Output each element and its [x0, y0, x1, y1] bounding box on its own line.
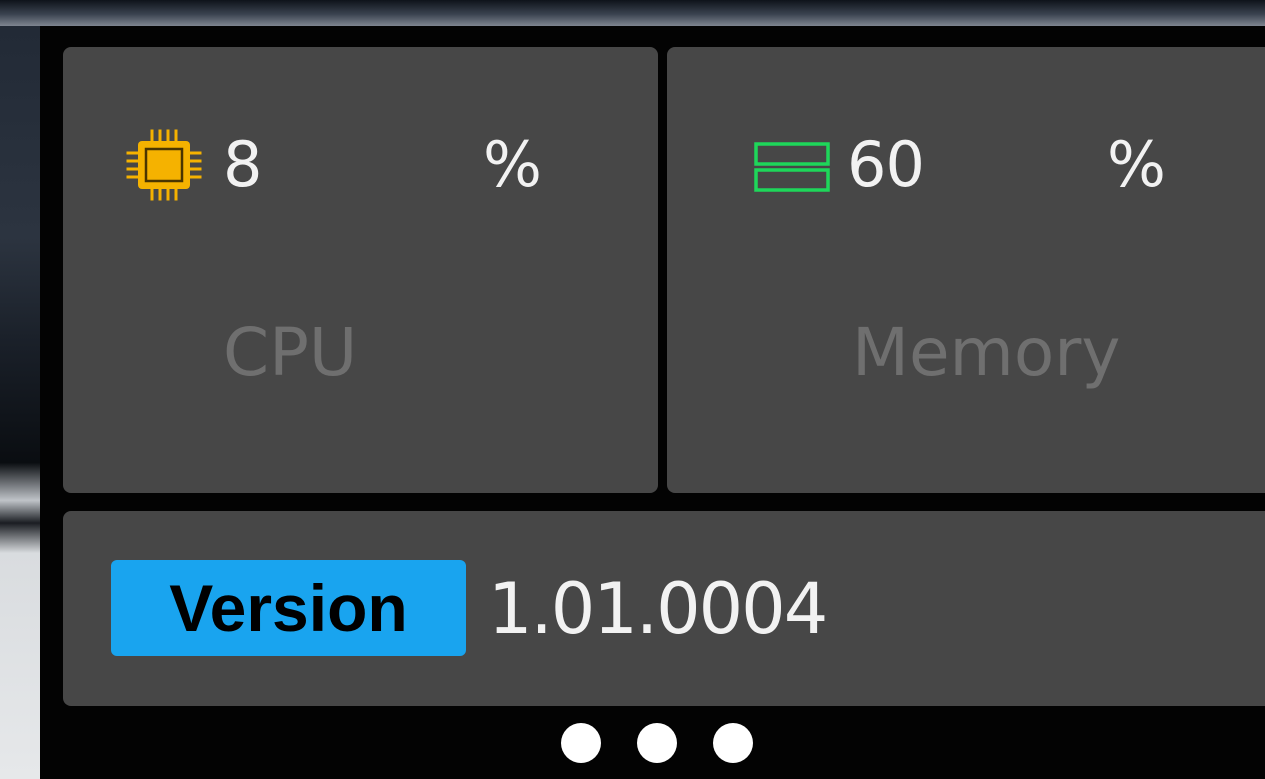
cpu-chip-icon [126, 129, 202, 201]
memory-card[interactable]: 60 % Memory [667, 47, 1265, 493]
background-window-edge [0, 26, 40, 779]
memory-value: 60 [847, 128, 925, 201]
cpu-unit: % [483, 128, 542, 201]
cpu-label: CPU [223, 314, 358, 391]
memory-label: Memory [852, 314, 1121, 391]
background-window [0, 0, 1265, 26]
version-card: Version 1.01.0004 [63, 511, 1265, 706]
page-dot-2[interactable] [637, 723, 677, 763]
page-dot-1[interactable] [561, 723, 601, 763]
version-value: 1.01.0004 [488, 568, 828, 650]
cpu-card[interactable]: 8 % CPU [63, 47, 658, 493]
version-badge: Version [111, 560, 466, 656]
page-dot-3[interactable] [713, 723, 753, 763]
cpu-value: 8 [223, 128, 262, 201]
page-indicator [561, 723, 757, 763]
memory-unit: % [1107, 128, 1166, 201]
memory-icon [754, 142, 830, 192]
status-widget: 8 % CPU 60 % Memory Version 1.01.0004 [40, 26, 1265, 779]
